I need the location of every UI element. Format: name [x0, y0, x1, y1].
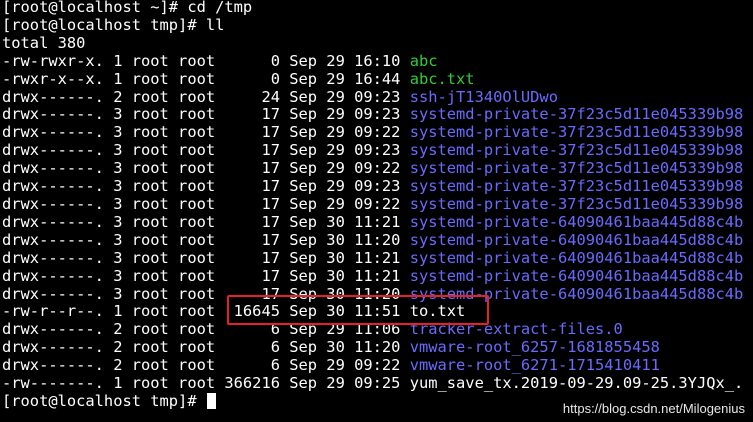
line-prefix: -rw-rwxr-x. 1 root root 0 Sep 29 16:10 [2, 52, 410, 70]
line-prefix: total 380 [2, 34, 86, 52]
listing-row: drwx------. 2 root root 6 Sep 29 09:22 v… [2, 357, 753, 375]
listing-row: drwx------. 3 root root 17 Sep 29 09:23 … [2, 142, 753, 160]
line-prefix: -rwxr-x--x. 1 root root 0 Sep 29 16:44 [2, 70, 410, 88]
listing-row: drwx------. 2 root root 6 Sep 30 11:20 v… [2, 339, 753, 357]
directory-name: systemd-private-64090461baa445d88c4b [409, 249, 744, 267]
directory-name: vmware-root_6271-1715410411 [409, 357, 660, 375]
line-prefix: drwx------. 3 root root 17 Sep 30 11:21 [2, 249, 410, 267]
line-prefix: -rw-r--r--. 1 root root 16645 Sep 30 11:… [2, 303, 410, 321]
file-name: abc.txt [409, 70, 475, 88]
listing-row: drwx------. 3 root root 17 Sep 29 09:22 … [2, 124, 753, 142]
line-prefix: drwx------. 3 root root 17 Sep 29 09:22 [2, 124, 410, 142]
directory-name: vmware-root_6257-1681855458 [409, 339, 660, 357]
directory-name: systemd-private-64090461baa445d88c4b [409, 267, 744, 285]
file-name: abc [409, 52, 438, 70]
line-prefix: drwx------. 3 root root 17 Sep 30 11:20 [2, 231, 410, 249]
directory-name: systemd-private-37f23c5d11e045339b98 [409, 195, 744, 213]
shell-prompt: [root@localhost tmp]# [2, 392, 206, 410]
line-prefix: drwx------. 3 root root 17 Sep 29 09:23 [2, 106, 410, 124]
line-prefix: drwx------. 3 root root 17 Sep 30 11:20 [2, 285, 410, 303]
line-prefix: drwx------. 3 root root 17 Sep 30 11:21 [2, 267, 410, 285]
listing-row: drwx------. 3 root root 17 Sep 29 09:23 … [2, 106, 753, 124]
listing-row: -rw-rwxr-x. 1 root root 0 Sep 29 16:10 a… [2, 53, 753, 71]
line-prefix: drwx------. 2 root root 24 Sep 29 09:23 [2, 88, 410, 106]
line-prefix: drwx------. 3 root root 17 Sep 30 11:21 [2, 213, 410, 231]
line-prefix: drwx------. 3 root root 17 Sep 29 09:23 [2, 178, 410, 196]
listing-row: drwx------. 2 root root 24 Sep 29 09:23 … [2, 89, 753, 107]
directory-name: systemd-private-37f23c5d11e045339b98 [409, 142, 744, 160]
terminal-window[interactable]: [root@localhost ~]# cd /tmp [root@localh… [2, 0, 753, 422]
line-prefix: drwx------. 3 root root 17 Sep 29 09:22 [2, 160, 410, 178]
directory-name: systemd-private-37f23c5d11e045339b98 [409, 124, 744, 142]
line-prefix: drwx------. 3 root root 17 Sep 29 09:22 [2, 195, 410, 213]
line-prefix: -rw-------. 1 root root 366216 Sep 29 09… [2, 375, 410, 393]
line-prefix: drwx------. 2 root root 6 Sep 30 11:20 [2, 339, 410, 357]
line-prefix: drwx------. 3 root root 17 Sep 29 09:23 [2, 142, 410, 160]
listing-row: drwx------. 3 root root 17 Sep 29 09:22 … [2, 196, 753, 214]
listing-row: drwx------. 2 root root 6 Sep 29 11:06 t… [2, 321, 753, 339]
listing-row: drwx------. 3 root root 17 Sep 30 11:21 … [2, 268, 753, 286]
listing-row: drwx------. 3 root root 17 Sep 30 11:21 … [2, 214, 753, 232]
directory-name: systemd-private-64090461baa445d88c4b [409, 231, 744, 249]
terminal-line: [root@localhost tmp]# ll [2, 17, 753, 35]
terminal-line: total 380 [2, 35, 753, 53]
listing-row: drwx------. 3 root root 17 Sep 30 11:20 … [2, 232, 753, 250]
directory-name: tracker-extract-files.0 [409, 321, 623, 339]
listing-row: -rw-------. 1 root root 366216 Sep 29 09… [2, 375, 753, 393]
text-cursor [206, 392, 216, 409]
directory-name: systemd-private-64090461baa445d88c4b [409, 285, 744, 303]
directory-name: ssh-jT1340OlUDwo [409, 88, 558, 106]
directory-name: systemd-private-37f23c5d11e045339b98 [409, 106, 744, 124]
listing-row: -rwxr-x--x. 1 root root 0 Sep 29 16:44 a… [2, 71, 753, 89]
line-prefix: drwx------. 2 root root 6 Sep 29 09:22 [2, 357, 410, 375]
directory-name: systemd-private-64090461baa445d88c4b [409, 213, 744, 231]
terminal-line: [root@localhost ~]# cd /tmp [2, 0, 753, 17]
line-prefix: drwx------. 2 root root 6 Sep 29 11:06 [2, 321, 410, 339]
watermark: https://blog.csdn.net/Milogenius [562, 401, 745, 416]
listing-row: drwx------. 3 root root 17 Sep 30 11:20 … [2, 286, 753, 304]
file-name: yum_save_tx.2019-09-29.09-25.3YJQx_. [409, 375, 744, 393]
directory-name: systemd-private-37f23c5d11e045339b98 [409, 178, 744, 196]
listing-row: drwx------. 3 root root 17 Sep 30 11:21 … [2, 250, 753, 268]
listing-row-highlighted: -rw-r--r--. 1 root root 16645 Sep 30 11:… [2, 303, 753, 321]
listing-row: drwx------. 3 root root 17 Sep 29 09:23 … [2, 178, 753, 196]
listing-row: drwx------. 3 root root 17 Sep 29 09:22 … [2, 160, 753, 178]
line-prefix: [root@localhost ~]# cd /tmp [2, 0, 253, 16]
directory-name: systemd-private-37f23c5d11e045339b98 [409, 160, 744, 178]
file-name: to.txt [409, 303, 466, 321]
line-prefix: [root@localhost tmp]# ll [2, 16, 225, 34]
